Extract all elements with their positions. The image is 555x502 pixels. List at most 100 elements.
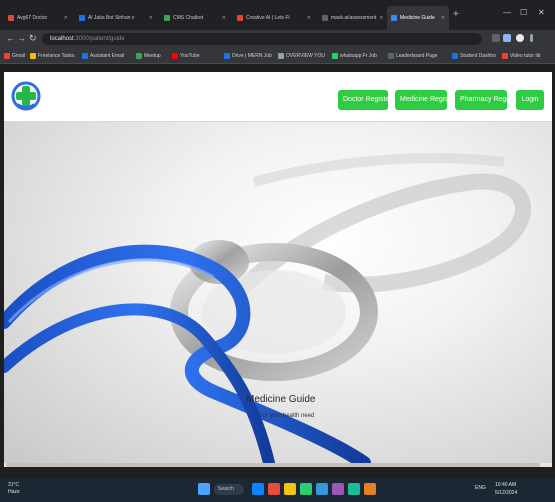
tab-favicon-icon (164, 15, 170, 21)
address-path: :3000/patient/guide (73, 36, 125, 42)
horizontal-scrollbar[interactable] (4, 463, 552, 467)
browser-tab[interactable]: Al Jaba Bot Sinhan v ✕ (75, 6, 157, 30)
weather-temp: 31°C (8, 482, 20, 488)
bookmark-label: Drive | MERN Job (232, 53, 272, 59)
bookmark-favicon-icon (172, 53, 178, 59)
bookmark-label: YouTube (180, 53, 200, 59)
bookmark-favicon-icon (452, 53, 458, 59)
bookmark-item[interactable]: Video tutor lib (502, 52, 540, 60)
hero-banner: Medicine Guide For your health need (4, 122, 552, 463)
bookmark-item[interactable]: whatsapp Fr Job (332, 52, 377, 60)
bookmark-favicon-icon (388, 53, 394, 59)
close-icon[interactable]: ✕ (146, 15, 153, 21)
tab-title: mask.ai/assessment (331, 15, 377, 21)
bookmark-item[interactable]: Assistant Email (82, 52, 124, 60)
browser-tab[interactable]: Creative AI | Lets Fi ✕ (233, 6, 315, 30)
logo-icon[interactable] (10, 80, 42, 112)
bookmark-favicon-icon (30, 53, 36, 59)
hero-title: Medicine Guide (246, 394, 316, 405)
bookmark-label: Freelance Tasks (38, 53, 75, 59)
taskbar-app-icon[interactable] (268, 483, 280, 495)
bookmark-label: whatsapp Fr Job (340, 53, 377, 59)
browser-tab-strip: Avg67 Doctor ✕ Al Jaba Bot Sinhan v ✕ CM… (0, 0, 555, 30)
bookmark-label: Student Dashbo (460, 53, 496, 59)
tab-favicon-icon (391, 15, 397, 21)
bookmark-item[interactable]: Leaderboard Page (388, 52, 437, 60)
minimize-button[interactable]: — (503, 8, 511, 17)
tab-title: CMS Chatbot (173, 15, 204, 21)
bookmark-item[interactable]: Meetup (136, 52, 161, 60)
bookmark-item[interactable]: OVERVIEW YOU (278, 52, 325, 60)
forward-button[interactable]: → (17, 33, 26, 43)
close-icon[interactable]: ✕ (61, 15, 68, 21)
bookmark-label: Assistant Email (90, 53, 125, 59)
medicine-register-button[interactable]: Medicine Register (395, 90, 456, 110)
bookmark-item[interactable]: YouTube (172, 52, 200, 60)
bookmark-item[interactable]: Freelance Tasks (30, 52, 74, 60)
bookmark-item[interactable]: Student Dashbo (452, 52, 496, 60)
taskbar-app-icon[interactable] (348, 483, 360, 495)
tab-favicon-icon (8, 15, 14, 21)
reload-button[interactable]: ↻ (29, 33, 37, 44)
site-navbar: Doctor Register Medicine Register Pharma… (4, 72, 552, 122)
clock-time[interactable]: 10:40 AM (495, 482, 516, 488)
bookmark-favicon-icon (332, 53, 338, 59)
pharmacy-register-button[interactable]: Pharmacy Register (455, 90, 520, 110)
address-host: localhost (50, 36, 74, 42)
close-window-button[interactable]: ✕ (538, 8, 545, 17)
bookmark-favicon-icon (136, 53, 142, 59)
bookmark-favicon-icon (224, 53, 230, 59)
bookmark-label: Gmail (12, 53, 26, 59)
taskbar-app-icon[interactable] (364, 483, 376, 495)
taskbar-app-icon[interactable] (316, 483, 328, 495)
bookmark-favicon-icon (82, 53, 88, 59)
bookmark-item[interactable]: Drive | MERN Job (224, 52, 272, 60)
browser-tab[interactable]: mask.ai/assessment ✕ (318, 6, 384, 30)
extension-icon[interactable] (492, 34, 500, 42)
bookmark-label: OVERVIEW YOU (286, 53, 325, 59)
tab-title: Avg67 Doctor (17, 15, 48, 21)
tab-title: Creative AI | Lets Fi (246, 15, 290, 21)
bookmark-favicon-icon (278, 53, 284, 59)
taskbar-app-icon[interactable] (284, 483, 296, 495)
browser-tab-active[interactable]: Medicine Guide ✕ (387, 6, 449, 30)
tab-favicon-icon (79, 15, 85, 21)
tray-language[interactable]: ENG (475, 485, 486, 491)
page-viewport: Doctor Register Medicine Register Pharma… (4, 72, 552, 467)
close-icon[interactable]: ✕ (219, 15, 226, 21)
back-button[interactable]: ← (6, 33, 15, 43)
browser-tab[interactable]: Avg67 Doctor ✕ (4, 6, 72, 30)
tab-favicon-icon (322, 15, 328, 21)
close-icon[interactable]: ✕ (438, 15, 445, 21)
doctor-register-button[interactable]: Doctor Register (338, 90, 392, 110)
address-bar[interactable]: localhost:3000/patient/guide (42, 33, 482, 45)
weather-desc: Haze (8, 489, 20, 495)
bookmark-favicon-icon (4, 53, 10, 59)
new-tab-button[interactable]: + (453, 9, 459, 20)
weather-widget[interactable]: 31°C Haze (8, 482, 20, 496)
bookmarks-bar: Gmail Freelance Tasks Assistant Email Meetu… (0, 48, 555, 64)
hero-subtitle: For your health need (259, 413, 315, 419)
taskbar-search[interactable]: Search (214, 484, 244, 495)
close-icon[interactable]: ✕ (376, 15, 383, 21)
bookmark-item[interactable]: Gmail (4, 52, 25, 60)
tab-favicon-icon (237, 15, 243, 21)
browser-toolbar: ← → ↻ localhost:3000/patient/guide (0, 30, 555, 48)
scrollbar-thumb[interactable] (6, 463, 540, 467)
taskbar-app-icon[interactable] (332, 483, 344, 495)
clock-date[interactable]: 5/12/2024 (495, 490, 517, 496)
close-icon[interactable]: ✕ (304, 15, 311, 21)
bookmark-label: Video tutor lib (510, 53, 541, 59)
tab-title: Al Jaba Bot Sinhan v (88, 15, 135, 21)
start-button[interactable] (198, 483, 210, 495)
extension-icon[interactable] (503, 34, 511, 42)
stethoscope-image (4, 153, 531, 463)
maximize-button[interactable]: ☐ (520, 8, 527, 17)
login-button[interactable]: Login (516, 90, 544, 110)
taskbar-app-icon[interactable] (252, 483, 264, 495)
windows-taskbar: 31°C Haze Search ENG 10:40 AM 5/12/2024 (0, 478, 555, 502)
browser-tab[interactable]: CMS Chatbot ✕ (160, 6, 230, 30)
profile-avatar-icon[interactable] (516, 34, 524, 42)
taskbar-app-icon[interactable] (300, 483, 312, 495)
menu-icon[interactable] (530, 34, 533, 42)
